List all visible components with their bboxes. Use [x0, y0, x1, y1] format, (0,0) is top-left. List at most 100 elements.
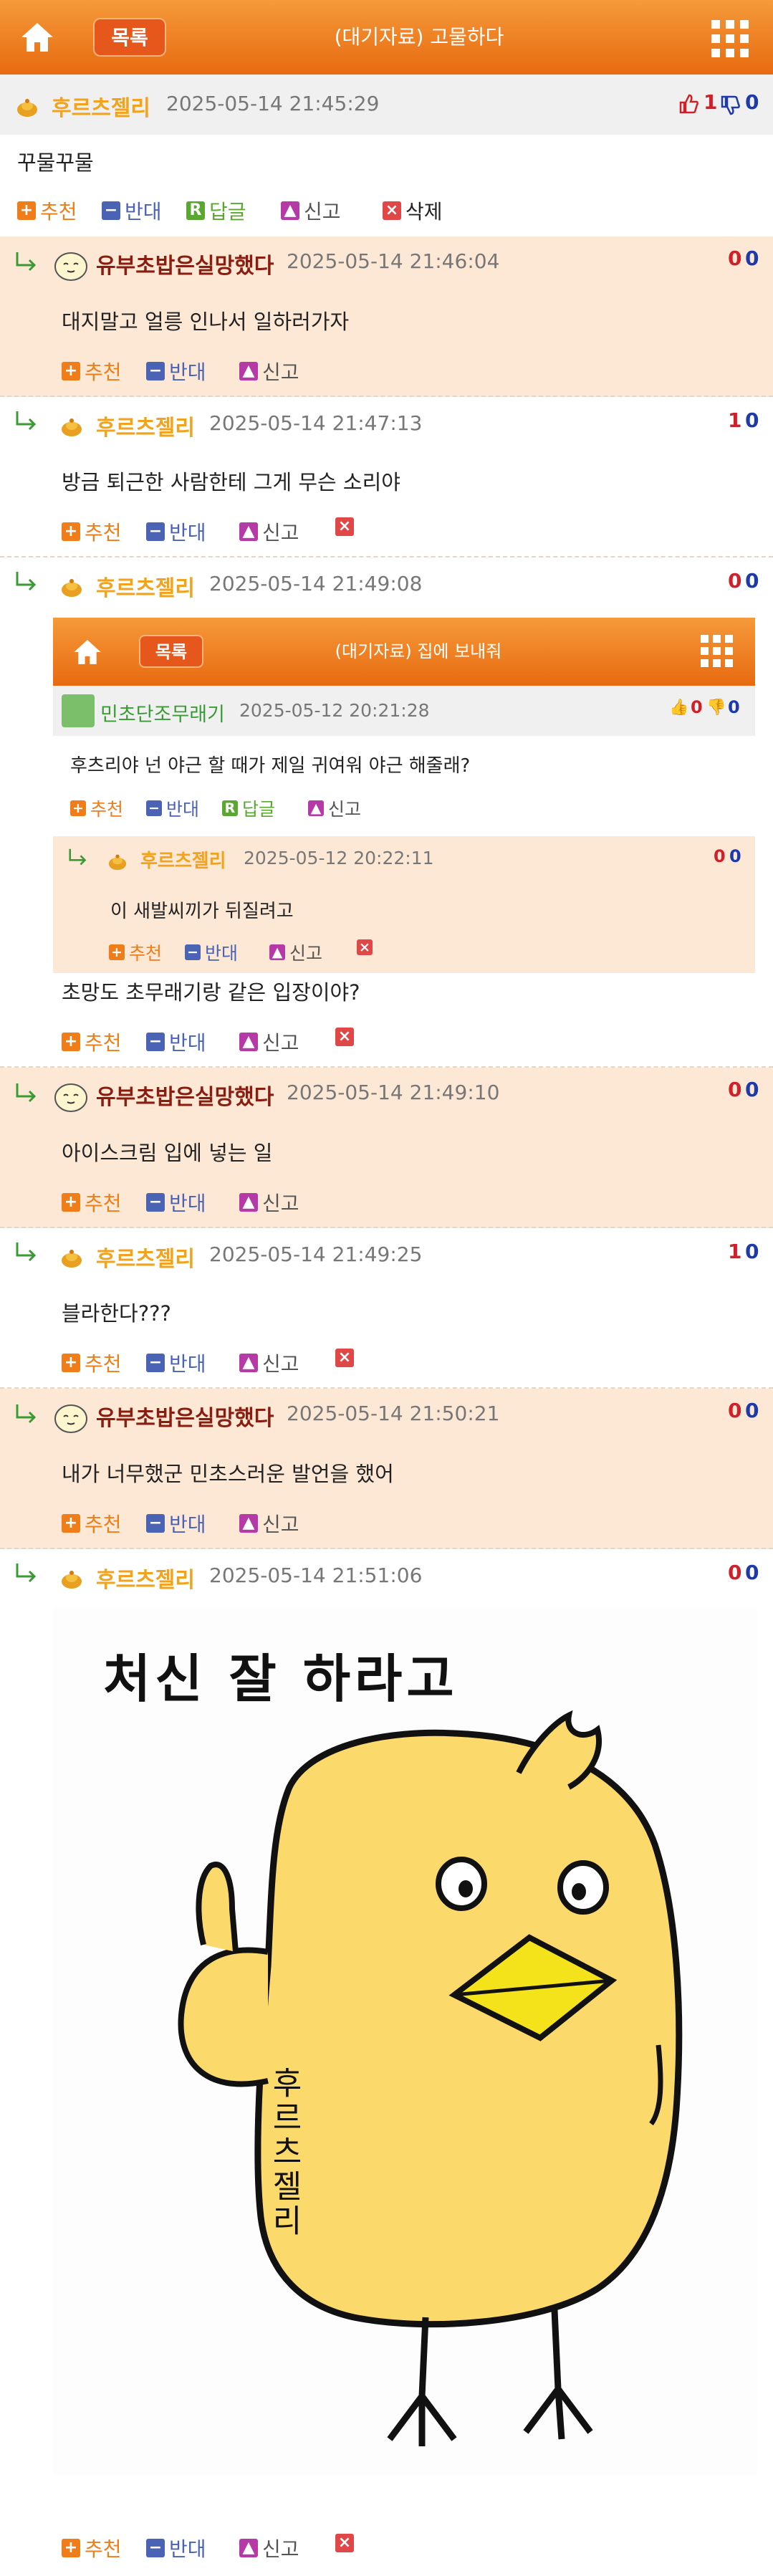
list-button[interactable]: 목록 [93, 18, 166, 57]
home-icon[interactable] [19, 19, 56, 56]
report-button[interactable]: ▲ 신고 [239, 1188, 299, 1217]
downvote-button: − 반대 [146, 795, 199, 821]
embedded-reply-date: 2025-05-12 20:22:11 [244, 848, 434, 868]
comment-author[interactable]: 유부초밥은실망했다 [96, 1079, 274, 1111]
downvote-button[interactable]: − 반대 [146, 1509, 206, 1538]
reply-arrow-icon [16, 1564, 37, 1583]
upvote-button[interactable]: + 추천 [17, 196, 77, 225]
bun-avatar-icon [62, 1250, 82, 1268]
close-icon: × [383, 201, 401, 220]
plus-icon: + [62, 522, 80, 541]
comment-date: 2025-05-14 21:47:13 [209, 411, 423, 435]
plus-icon: + [62, 1193, 80, 1212]
comment-up-count: 0 [728, 1399, 742, 1422]
delete-button[interactable]: × [335, 2534, 358, 2552]
comment-author[interactable]: 유부초밥은실망했다 [96, 1400, 274, 1432]
plus-icon: + [17, 201, 36, 220]
comment-author[interactable]: 후르츠젤리 [96, 410, 195, 441]
reply-icon: R [222, 800, 238, 816]
post-body: 꾸물꾸물 + 추천 − 반대 R 답글 ▲ 신고 × 삭제 [0, 135, 773, 235]
downvote-button[interactable]: − 반대 [146, 2534, 206, 2562]
reply-arrow-icon [16, 572, 37, 591]
close-icon: × [335, 1349, 354, 1367]
reply-arrow-icon [16, 1242, 37, 1262]
delete-button[interactable]: × 삭제 [383, 196, 443, 225]
embedded-reply-down-count: 0 [729, 846, 741, 866]
upvote-button[interactable]: + 추천 [62, 517, 122, 546]
report-button[interactable]: ▲ 신고 [239, 357, 299, 386]
delete-button: × [357, 939, 377, 955]
minus-icon: − [146, 1033, 165, 1051]
reply-button[interactable]: R 답글 [186, 196, 246, 225]
reply-arrow-icon [16, 252, 37, 272]
post-author[interactable]: 후르츠젤리 [52, 90, 150, 122]
siren-icon: ▲ [239, 362, 258, 380]
downvote-button[interactable]: − 반대 [146, 1349, 206, 1377]
siren-icon: ▲ [281, 201, 299, 220]
bun-avatar-icon [17, 99, 37, 117]
siren-icon: ▲ [239, 522, 258, 541]
delete-button[interactable]: × [335, 1349, 358, 1367]
comment-down-count: 0 [745, 246, 759, 270]
report-button[interactable]: ▲ 신고 [239, 1028, 299, 1056]
close-icon: × [357, 939, 373, 955]
downvote-button[interactable]: − 반대 [146, 1188, 206, 1217]
delete-button[interactable]: × [335, 517, 358, 536]
bun-avatar-icon [62, 579, 82, 597]
report-button[interactable]: ▲ 신고 [281, 196, 341, 225]
upvote-button[interactable]: + 추천 [62, 1188, 122, 1217]
comment-author[interactable]: 유부초밥은실망했다 [96, 248, 274, 279]
thumbs-up-icon[interactable] [678, 93, 699, 115]
plus-icon: + [70, 800, 86, 816]
comment-text: 초망도 초무래기랑 같은 입장이야? [62, 980, 360, 1005]
downvote-button[interactable]: − 반대 [102, 196, 162, 225]
reply-icon: R [186, 201, 205, 220]
embedded-down-count: 0 [728, 697, 740, 717]
upvote-button[interactable]: + 추천 [62, 1509, 122, 1538]
report-button[interactable]: ▲ 신고 [239, 517, 299, 546]
post-date: 2025-05-14 21:45:29 [166, 92, 380, 115]
reply-arrow-icon [16, 411, 37, 431]
embedded-reply-author: 후르츠젤리 [140, 851, 226, 872]
upvote-button[interactable]: + 추천 [62, 357, 122, 386]
comment-item: 후르츠젤리 2025-05-14 21:47:13 1 0 방금 퇴근한 사람한… [0, 397, 773, 557]
minus-icon: − [146, 1354, 165, 1372]
siren-icon: ▲ [269, 944, 285, 960]
upvote-button[interactable]: + 추천 [62, 1028, 122, 1056]
minus-icon: − [102, 201, 120, 220]
comment-item: 유부초밥은실망했다 2025-05-14 21:46:04 0 0 대지말고 얼… [0, 236, 773, 397]
minus-icon: − [185, 944, 201, 960]
embedded-reply-up-count: 0 [714, 846, 726, 866]
plus-icon: + [109, 944, 125, 960]
comment-text: 블라한다??? [62, 1301, 171, 1326]
siren-icon: ▲ [239, 2539, 258, 2557]
downvote-button[interactable]: − 반대 [146, 517, 206, 546]
minus-icon: − [146, 2539, 165, 2557]
comment-text: 내가 너무했군 민초스러운 발언을 했어 [62, 1462, 394, 1486]
comment-author[interactable]: 후르츠젤리 [96, 570, 195, 602]
upvote-button[interactable]: + 추천 [62, 1349, 122, 1377]
report-button[interactable]: ▲ 신고 [239, 1509, 299, 1538]
face-avatar-icon [54, 1404, 87, 1433]
comment-up-count: 1 [728, 1240, 742, 1263]
plus-icon: + [62, 2539, 80, 2557]
bun-avatar-icon [62, 1571, 82, 1589]
delete-button[interactable]: × [335, 1028, 358, 1046]
face-avatar-icon [54, 252, 87, 281]
comment-author[interactable]: 후르츠젤리 [96, 1562, 195, 1594]
close-icon: × [335, 2534, 354, 2552]
menu-grid-icon[interactable] [711, 20, 749, 57]
report-button[interactable]: ▲ 신고 [239, 1349, 299, 1377]
downvote-button[interactable]: − 반대 [146, 1028, 206, 1056]
upvote-button[interactable]: + 추천 [62, 2534, 122, 2562]
siren-icon: ▲ [239, 1514, 258, 1533]
face-avatar-icon [54, 1083, 87, 1112]
thumbs-down-icon[interactable] [719, 95, 741, 116]
comment-item: 후르츠젤리 2025-05-14 21:49:25 1 0 블라한다??? + 추… [0, 1228, 773, 1389]
report-button[interactable]: ▲ 신고 [239, 2534, 299, 2562]
comment-author[interactable]: 후르츠젤리 [96, 1241, 195, 1273]
downvote-button[interactable]: − 반대 [146, 357, 206, 386]
comment-down-count: 0 [745, 569, 759, 593]
bun-avatar-icon [108, 854, 127, 871]
post-header: 후르츠젤리 2025-05-14 21:45:29 1 0 [0, 75, 773, 135]
